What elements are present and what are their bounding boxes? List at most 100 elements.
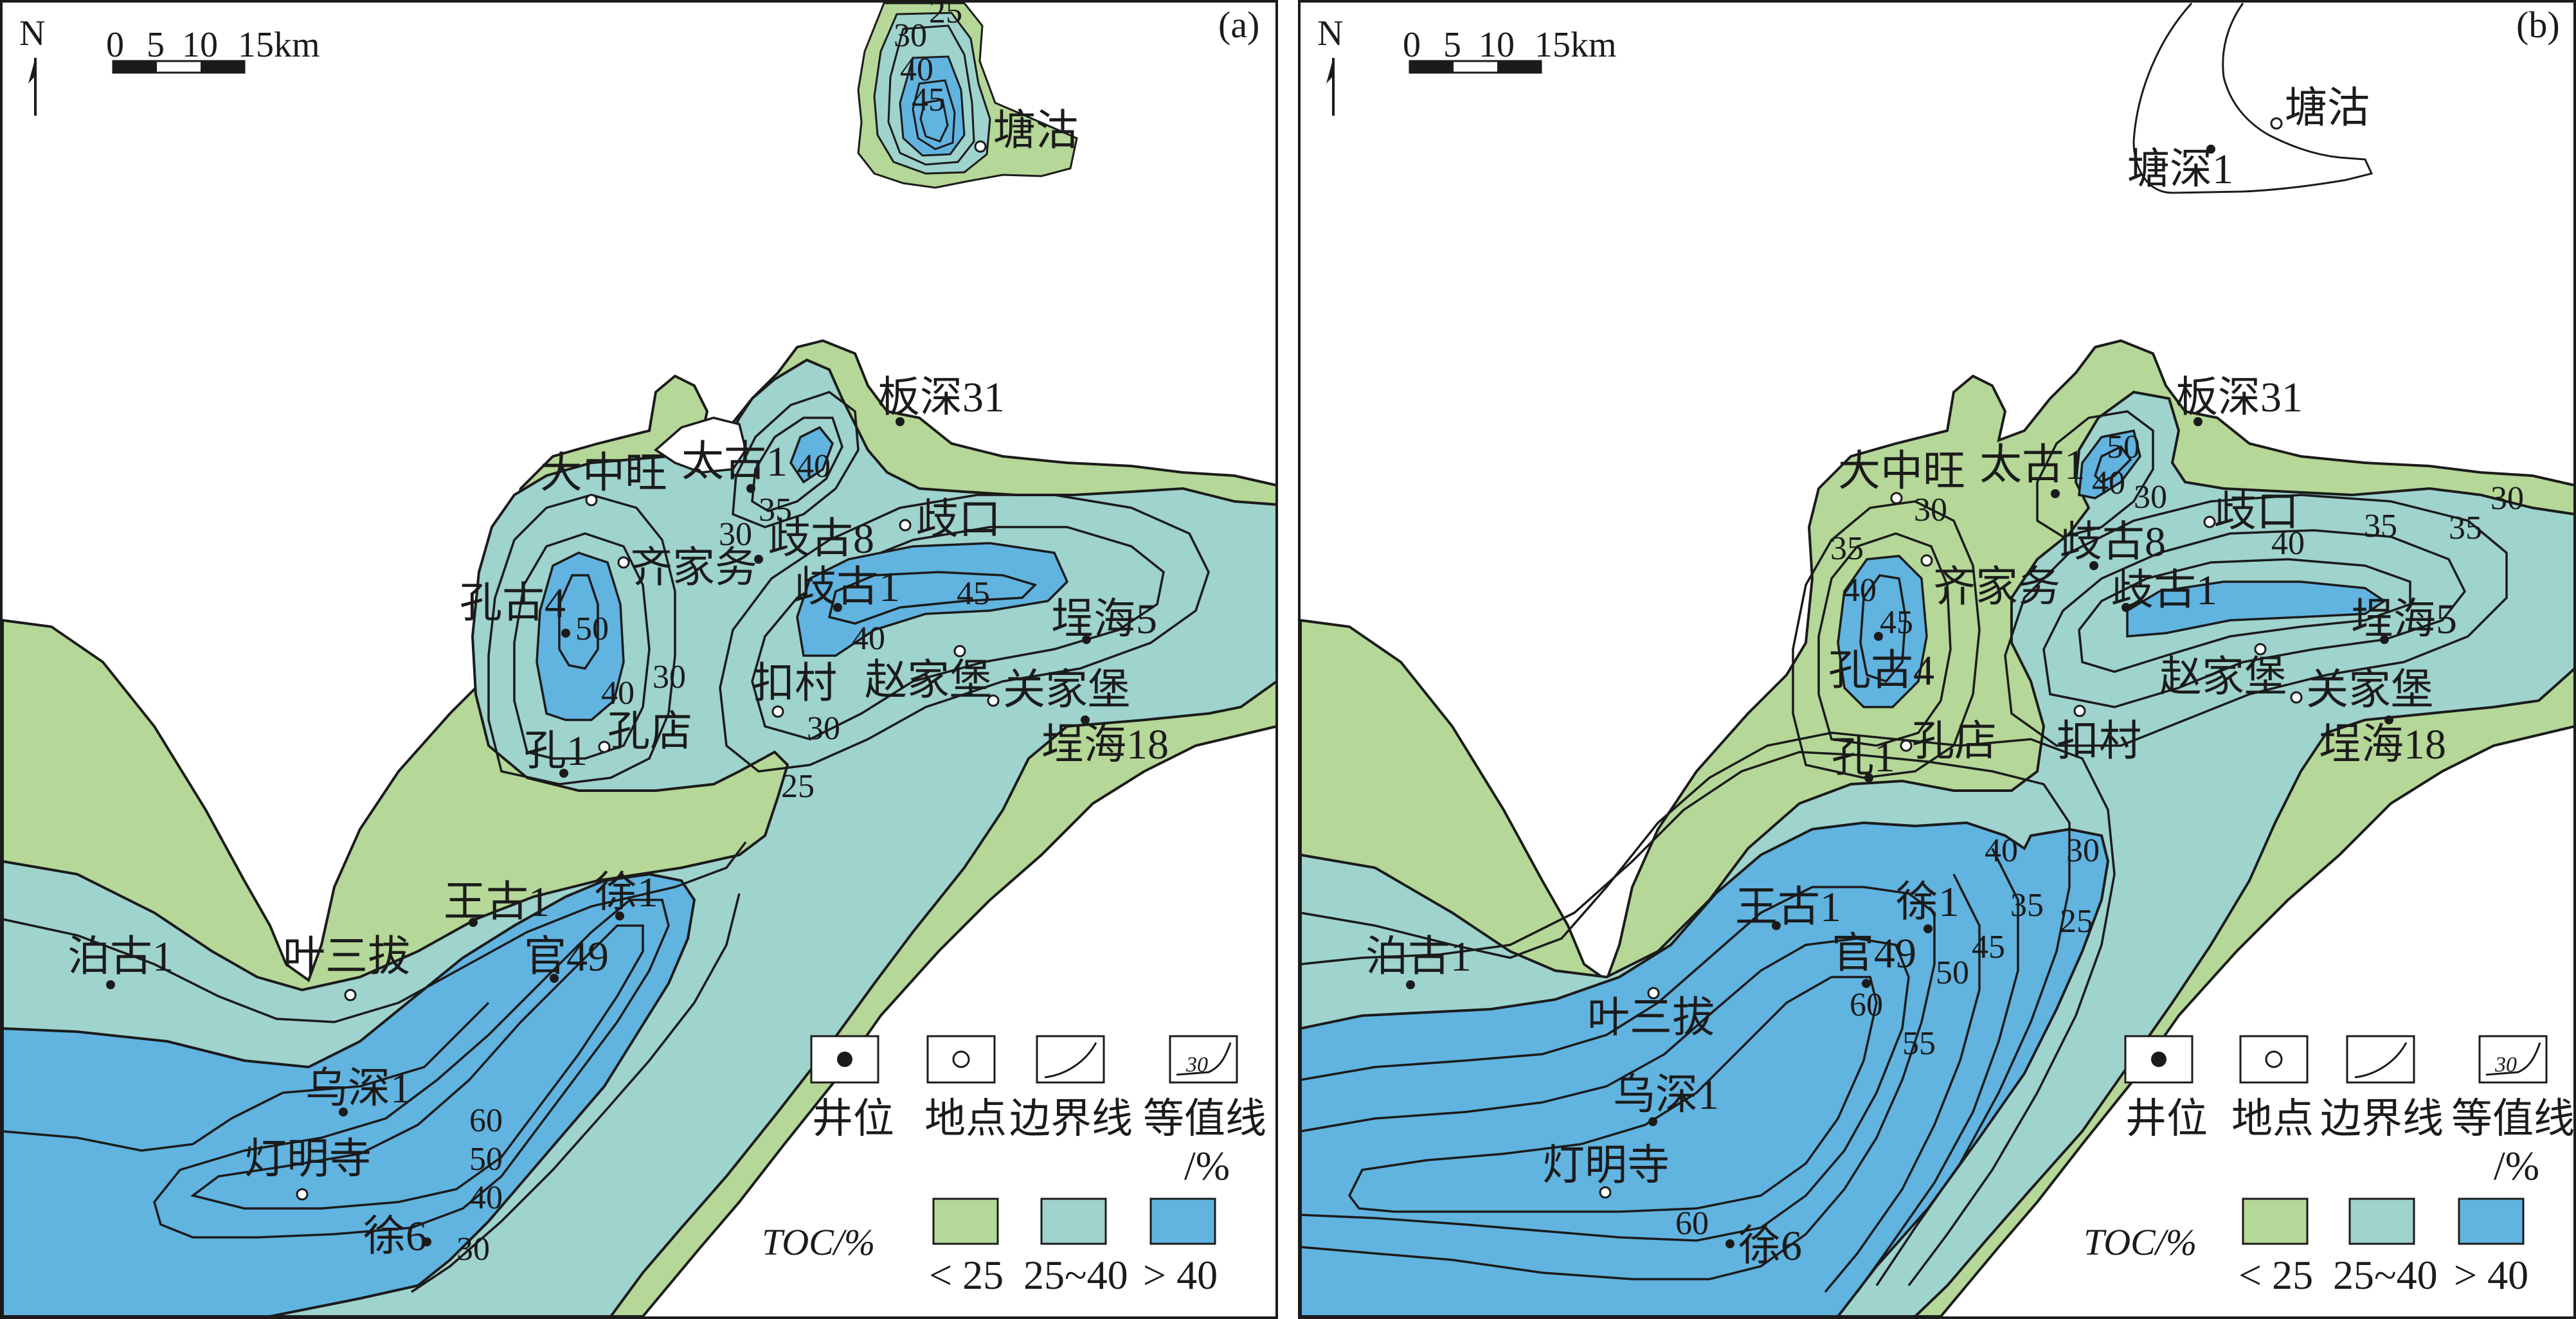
- place-label: 太古1: [1979, 442, 2085, 489]
- contour-value: 40: [1985, 832, 2018, 869]
- place-label: 孔1: [1832, 734, 1895, 781]
- contour-value: 45: [957, 575, 990, 612]
- place-label: 扣村: [752, 660, 837, 707]
- legend-sub: /%: [2494, 1143, 2539, 1189]
- contour-value: 40: [1843, 572, 1877, 609]
- legend-toc-label: TOC/%: [762, 1221, 875, 1263]
- contour-value: 45: [912, 82, 945, 118]
- place-circle-icon: [974, 140, 987, 153]
- scale-tick: 0: [106, 25, 124, 65]
- contour-value: 40: [797, 448, 831, 485]
- well-dot-icon: [1725, 1239, 1734, 1248]
- map-svg-a: 塘沽 板深31 大中旺 太古1 齐家务 歧古8 歧口 孔古4 歧古1 埕海5 扣…: [0, 0, 1278, 1319]
- place-circle-icon: [2073, 704, 2086, 717]
- contour-value: 25: [781, 768, 815, 805]
- contour-value: 50: [1936, 955, 1969, 991]
- legend-swatch-high: [2458, 1198, 2525, 1245]
- contour-value: 25: [929, 0, 962, 30]
- place-circle-icon: [952, 1050, 970, 1068]
- legend-label: 井位: [2125, 1096, 2208, 1142]
- north-label: N: [19, 13, 45, 53]
- scale-tick: 0: [1403, 25, 1421, 65]
- well-dot-icon: [2151, 1052, 2166, 1067]
- legend-sub: /%: [1184, 1143, 1230, 1189]
- well-dot-icon: [1648, 1117, 1657, 1126]
- legend-range: > 40: [1143, 1252, 1218, 1298]
- contour-value: 35: [759, 492, 792, 528]
- place-label: 乌深1: [1613, 1072, 1719, 1118]
- scale-end-label: 15km: [238, 25, 320, 65]
- place-label: 灯明寺: [1542, 1142, 1670, 1189]
- legend-label: 地点: [924, 1096, 1007, 1142]
- scale-tick: 10: [1479, 25, 1515, 65]
- panel-tag: (b): [2516, 4, 2560, 46]
- legend-label: 边界线: [2320, 1096, 2444, 1142]
- scale-end-label: 15km: [1535, 25, 1617, 65]
- place-label: 赵家堡: [2159, 654, 2287, 701]
- contour-value: 35: [2010, 887, 2044, 924]
- contour-value: 40: [852, 620, 885, 657]
- contour-value: 45: [1880, 604, 1913, 641]
- legend-range: < 25: [2238, 1252, 2313, 1298]
- place-label: 叶三拔: [1587, 994, 1715, 1041]
- place-label: 王古1: [1735, 884, 1841, 931]
- legend-label: 地点: [2231, 1096, 2314, 1142]
- well-dot-icon: [746, 484, 755, 493]
- place-label: 泊古1: [1365, 933, 1472, 980]
- legend-label: 井位: [812, 1096, 894, 1142]
- contour-value: 35: [2364, 508, 2397, 544]
- map-panel-a: 塘沽 板深31 大中旺 太古1 齐家务 歧古8 歧口 孔古4 歧古1 埕海5 扣…: [0, 0, 1278, 1319]
- place-label: 孔1: [524, 728, 588, 775]
- place-circle-icon: [296, 1188, 309, 1201]
- contour-value: 30: [1914, 492, 1947, 528]
- contour-value: 35: [2449, 510, 2482, 546]
- place-label: 板深31: [878, 374, 1005, 421]
- place-label: 官49: [1832, 930, 1916, 977]
- place-label: 官49: [524, 933, 609, 980]
- legend-label: 等值线: [2451, 1096, 2575, 1142]
- well-dot-icon: [2051, 489, 2060, 498]
- place-label: 太古1: [681, 438, 788, 485]
- place-circle-icon: [953, 645, 966, 658]
- place-label: 塘深1: [2127, 146, 2233, 193]
- place-label: 大中旺: [540, 450, 667, 497]
- scale-tick: 5: [1443, 25, 1461, 65]
- contour-value: 40: [469, 1180, 503, 1216]
- place-label: 灯明寺: [244, 1136, 372, 1183]
- contour-value: 50: [575, 611, 609, 647]
- place-label: 埕海5: [1051, 596, 1157, 643]
- contour-value: 30: [653, 659, 686, 695]
- legend-range: < 25: [929, 1252, 1004, 1298]
- place-circle-icon: [2270, 117, 2283, 130]
- well-dot-icon: [837, 1052, 852, 1067]
- contour-value: 50: [469, 1141, 503, 1178]
- place-label: 泊古1: [68, 933, 174, 980]
- place-label: 歧古1: [2111, 567, 2217, 614]
- contour-value: 30: [894, 17, 927, 54]
- scale-tick: 10: [182, 25, 218, 65]
- place-label: 孔店: [608, 708, 692, 755]
- place-label: 孔店: [1912, 718, 1997, 765]
- place-label: 大中旺: [1838, 448, 1965, 495]
- well-dot-icon: [561, 629, 570, 638]
- legend-toc-label: TOC/%: [2084, 1221, 2197, 1263]
- map-panel-b: 塘沽 塘深1 板深31 大中旺 太古1 歧口 歧古8 齐家务 孔古4 歧古1 埕…: [1298, 0, 2576, 1319]
- scale-tick: 5: [147, 25, 165, 65]
- place-label: 塘沽: [2285, 85, 2370, 132]
- place-label: 歧古1: [794, 564, 900, 611]
- well-dot-icon: [106, 980, 115, 989]
- contour-value: 55: [1902, 1025, 1936, 1062]
- contour-value: 45: [1972, 929, 2005, 965]
- place-circle-icon: [344, 989, 357, 1001]
- north-label: N: [1317, 13, 1343, 53]
- place-circle-icon: [2290, 691, 2303, 704]
- place-label: 埕海18: [1041, 721, 1169, 768]
- place-label: 叶三拔: [283, 933, 410, 980]
- contour-value: 60: [469, 1102, 503, 1139]
- contour-sample-value: 30: [2494, 1053, 2517, 1077]
- place-circle-icon: [899, 519, 912, 532]
- contour-value: 40: [2271, 525, 2305, 562]
- place-label: 王古1: [444, 879, 550, 926]
- well-dot-icon: [1406, 980, 1415, 989]
- place-circle-icon: [771, 705, 784, 718]
